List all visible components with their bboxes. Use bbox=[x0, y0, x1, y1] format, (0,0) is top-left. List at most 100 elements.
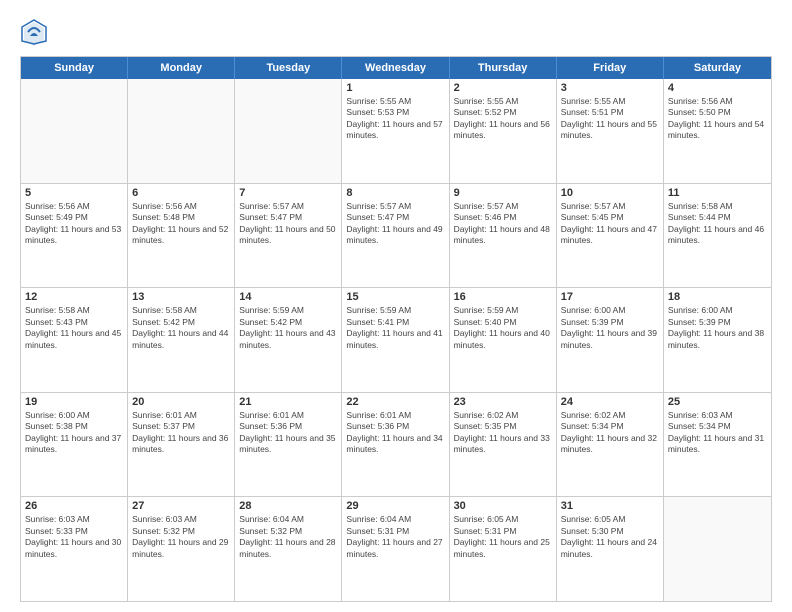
header-day-sunday: Sunday bbox=[21, 57, 128, 79]
calendar-cell: 26Sunrise: 6:03 AMSunset: 5:33 PMDayligh… bbox=[21, 497, 128, 601]
day-info: Sunrise: 6:00 AMSunset: 5:39 PMDaylight:… bbox=[668, 305, 767, 351]
header-day-friday: Friday bbox=[557, 57, 664, 79]
day-info: Sunrise: 6:05 AMSunset: 5:30 PMDaylight:… bbox=[561, 514, 659, 560]
calendar-cell bbox=[21, 79, 128, 183]
header-day-wednesday: Wednesday bbox=[342, 57, 449, 79]
calendar-cell: 11Sunrise: 5:58 AMSunset: 5:44 PMDayligh… bbox=[664, 184, 771, 288]
day-number: 22 bbox=[346, 396, 444, 408]
calendar-cell: 27 Sunrise: 6:03 AMSunset: 5:32 PMDayligh… bbox=[128, 497, 235, 601]
calendar-cell: 25 Sunrise: 6:03 AMSunset: 5:34 PMDayligh… bbox=[664, 393, 771, 497]
day-info: Sunrise: 6:03 AMSunset: 5:32 PMDaylight:… bbox=[132, 514, 230, 560]
day-number: 4 bbox=[668, 82, 767, 94]
day-number: 11 bbox=[668, 187, 767, 199]
day-number: 24 bbox=[561, 396, 659, 408]
day-info: Sunrise: 5:56 AMSunset: 5:49 PMDaylight:… bbox=[25, 201, 123, 247]
calendar-cell bbox=[664, 497, 771, 601]
calendar-cell bbox=[128, 79, 235, 183]
header-day-thursday: Thursday bbox=[450, 57, 557, 79]
day-info: Sunrise: 5:55 AMSunset: 5:51 PMDaylight:… bbox=[561, 96, 659, 142]
calendar-cell: 12 Sunrise: 5:58 AMSunset: 5:43 PMDayligh… bbox=[21, 288, 128, 392]
day-info: Sunrise: 6:00 AMSunset: 5:39 PMDaylight:… bbox=[561, 305, 659, 351]
calendar-header: SundayMondayTuesdayWednesdayThursdayFrid… bbox=[21, 57, 771, 79]
calendar: SundayMondayTuesdayWednesdayThursdayFrid… bbox=[20, 56, 772, 602]
header-day-tuesday: Tuesday bbox=[235, 57, 342, 79]
day-number: 2 bbox=[454, 82, 552, 94]
header-day-saturday: Saturday bbox=[664, 57, 771, 79]
day-info: Sunrise: 5:57 AMSunset: 5:46 PMDaylight:… bbox=[454, 201, 552, 247]
calendar-cell: 28 Sunrise: 6:04 AMSunset: 5:32 PMDayligh… bbox=[235, 497, 342, 601]
day-number: 30 bbox=[454, 500, 552, 512]
day-info: Sunrise: 5:59 AMSunset: 5:41 PMDaylight:… bbox=[346, 305, 444, 351]
day-number: 25 bbox=[668, 396, 767, 408]
day-number: 31 bbox=[561, 500, 659, 512]
calendar-cell: 1 Sunrise: 5:55 AMSunset: 5:53 PMDaylight… bbox=[342, 79, 449, 183]
calendar-cell: 31 Sunrise: 6:05 AMSunset: 5:30 PMDayligh… bbox=[557, 497, 664, 601]
day-info: Sunrise: 5:59 AMSunset: 5:40 PMDaylight:… bbox=[454, 305, 552, 351]
page: SundayMondayTuesdayWednesdayThursdayFrid… bbox=[0, 0, 792, 612]
calendar-cell: 22 Sunrise: 6:01 AMSunset: 5:36 PMDayligh… bbox=[342, 393, 449, 497]
calendar-cell: 30Sunrise: 6:05 AMSunset: 5:31 PMDayligh… bbox=[450, 497, 557, 601]
day-info: Sunrise: 6:02 AMSunset: 5:35 PMDaylight:… bbox=[454, 410, 552, 456]
day-info: Sunrise: 5:59 AMSunset: 5:42 PMDaylight:… bbox=[239, 305, 337, 351]
calendar-cell: 29Sunrise: 6:04 AMSunset: 5:31 PMDayligh… bbox=[342, 497, 449, 601]
calendar-cell: 24 Sunrise: 6:02 AMSunset: 5:34 PMDayligh… bbox=[557, 393, 664, 497]
calendar-cell: 6 Sunrise: 5:56 AMSunset: 5:48 PMDaylight… bbox=[128, 184, 235, 288]
day-number: 9 bbox=[454, 187, 552, 199]
day-number: 16 bbox=[454, 291, 552, 303]
day-number: 17 bbox=[561, 291, 659, 303]
day-number: 23 bbox=[454, 396, 552, 408]
day-info: Sunrise: 5:57 AMSunset: 5:45 PMDaylight:… bbox=[561, 201, 659, 247]
day-info: Sunrise: 5:56 AMSunset: 5:50 PMDaylight:… bbox=[668, 96, 767, 142]
header-day-monday: Monday bbox=[128, 57, 235, 79]
calendar-row-4: 19 Sunrise: 6:00 AMSunset: 5:38 PMDayligh… bbox=[21, 392, 771, 497]
calendar-cell: 18Sunrise: 6:00 AMSunset: 5:39 PMDayligh… bbox=[664, 288, 771, 392]
day-info: Sunrise: 5:55 AMSunset: 5:52 PMDaylight:… bbox=[454, 96, 552, 142]
day-info: Sunrise: 6:04 AMSunset: 5:31 PMDaylight:… bbox=[346, 514, 444, 560]
calendar-cell: 10 Sunrise: 5:57 AMSunset: 5:45 PMDayligh… bbox=[557, 184, 664, 288]
day-number: 13 bbox=[132, 291, 230, 303]
day-number: 10 bbox=[561, 187, 659, 199]
calendar-cell: 16 Sunrise: 5:59 AMSunset: 5:40 PMDayligh… bbox=[450, 288, 557, 392]
logo bbox=[20, 18, 52, 46]
calendar-cell: 9 Sunrise: 5:57 AMSunset: 5:46 PMDaylight… bbox=[450, 184, 557, 288]
calendar-cell: 23 Sunrise: 6:02 AMSunset: 5:35 PMDayligh… bbox=[450, 393, 557, 497]
calendar-cell: 2 Sunrise: 5:55 AMSunset: 5:52 PMDaylight… bbox=[450, 79, 557, 183]
day-info: Sunrise: 5:55 AMSunset: 5:53 PMDaylight:… bbox=[346, 96, 444, 142]
day-info: Sunrise: 5:58 AMSunset: 5:42 PMDaylight:… bbox=[132, 305, 230, 351]
calendar-cell: 19 Sunrise: 6:00 AMSunset: 5:38 PMDayligh… bbox=[21, 393, 128, 497]
day-info: Sunrise: 6:01 AMSunset: 5:36 PMDaylight:… bbox=[239, 410, 337, 456]
calendar-row-1: 1 Sunrise: 5:55 AMSunset: 5:53 PMDaylight… bbox=[21, 79, 771, 183]
calendar-cell: 15 Sunrise: 5:59 AMSunset: 5:41 PMDayligh… bbox=[342, 288, 449, 392]
calendar-cell: 21 Sunrise: 6:01 AMSunset: 5:36 PMDayligh… bbox=[235, 393, 342, 497]
day-number: 12 bbox=[25, 291, 123, 303]
day-number: 1 bbox=[346, 82, 444, 94]
day-info: Sunrise: 5:57 AMSunset: 5:47 PMDaylight:… bbox=[346, 201, 444, 247]
day-number: 19 bbox=[25, 396, 123, 408]
day-info: Sunrise: 6:01 AMSunset: 5:36 PMDaylight:… bbox=[346, 410, 444, 456]
calendar-row-2: 5Sunrise: 5:56 AMSunset: 5:49 PMDaylight… bbox=[21, 183, 771, 288]
day-number: 21 bbox=[239, 396, 337, 408]
day-info: Sunrise: 6:03 AMSunset: 5:34 PMDaylight:… bbox=[668, 410, 767, 456]
calendar-cell: 5Sunrise: 5:56 AMSunset: 5:49 PMDaylight… bbox=[21, 184, 128, 288]
day-number: 7 bbox=[239, 187, 337, 199]
day-number: 20 bbox=[132, 396, 230, 408]
day-number: 26 bbox=[25, 500, 123, 512]
day-number: 14 bbox=[239, 291, 337, 303]
calendar-cell: 3 Sunrise: 5:55 AMSunset: 5:51 PMDaylight… bbox=[557, 79, 664, 183]
calendar-body: 1 Sunrise: 5:55 AMSunset: 5:53 PMDaylight… bbox=[21, 79, 771, 601]
calendar-cell: 20Sunrise: 6:01 AMSunset: 5:37 PMDayligh… bbox=[128, 393, 235, 497]
calendar-cell: 14 Sunrise: 5:59 AMSunset: 5:42 PMDayligh… bbox=[235, 288, 342, 392]
calendar-cell: 7Sunrise: 5:57 AMSunset: 5:47 PMDaylight… bbox=[235, 184, 342, 288]
day-info: Sunrise: 6:02 AMSunset: 5:34 PMDaylight:… bbox=[561, 410, 659, 456]
calendar-cell: 4 Sunrise: 5:56 AMSunset: 5:50 PMDaylight… bbox=[664, 79, 771, 183]
day-info: Sunrise: 5:56 AMSunset: 5:48 PMDaylight:… bbox=[132, 201, 230, 247]
day-number: 28 bbox=[239, 500, 337, 512]
day-number: 15 bbox=[346, 291, 444, 303]
day-number: 3 bbox=[561, 82, 659, 94]
day-info: Sunrise: 6:00 AMSunset: 5:38 PMDaylight:… bbox=[25, 410, 123, 456]
day-info: Sunrise: 6:04 AMSunset: 5:32 PMDaylight:… bbox=[239, 514, 337, 560]
day-number: 6 bbox=[132, 187, 230, 199]
day-number: 27 bbox=[132, 500, 230, 512]
calendar-row-3: 12 Sunrise: 5:58 AMSunset: 5:43 PMDayligh… bbox=[21, 287, 771, 392]
day-info: Sunrise: 5:58 AMSunset: 5:43 PMDaylight:… bbox=[25, 305, 123, 351]
